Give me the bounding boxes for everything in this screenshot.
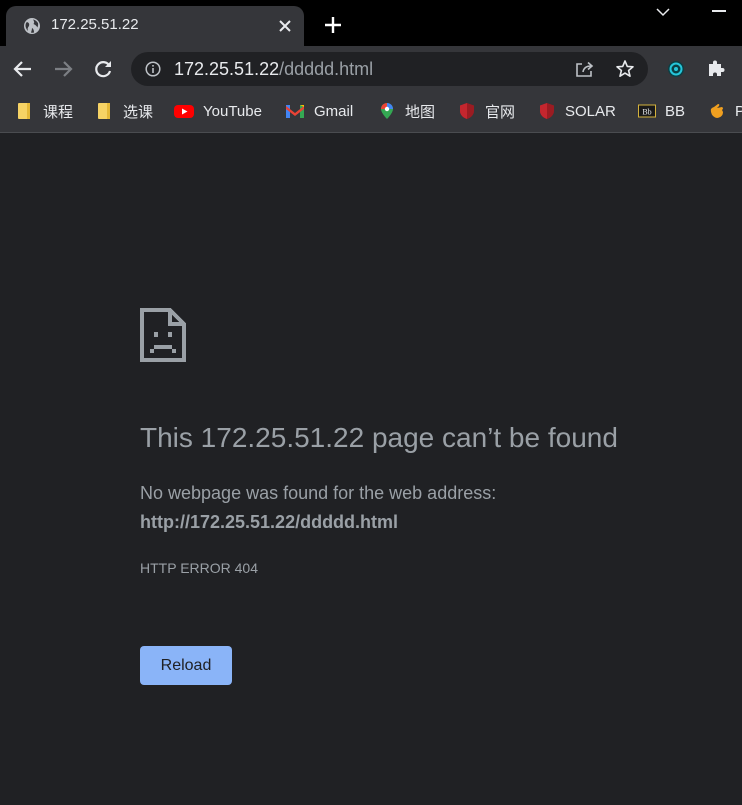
arrow-left-icon[interactable] — [12, 58, 34, 80]
error-url: http://172.25.51.22/ddddd.html — [140, 512, 399, 532]
globe-icon — [24, 18, 40, 34]
bookmark-label: YouTube — [203, 102, 262, 120]
bookmark-label: BB — [665, 102, 686, 120]
info-icon[interactable] — [145, 61, 161, 77]
toolbar: 172.25.51.22/ddddd.html — [0, 46, 742, 92]
error-code: HTTP ERROR 404 — [140, 560, 258, 576]
error-description: No webpage was found for the web address… — [140, 483, 497, 503]
bookmark-label: Gmail — [314, 102, 354, 120]
bookmark-label: 课程 — [43, 103, 74, 121]
shield-icon — [540, 103, 554, 119]
url-host: 172.25.51.22 — [174, 59, 280, 79]
close-icon[interactable] — [277, 18, 293, 34]
extension-icon[interactable] — [666, 59, 686, 79]
bookmarks-bar: 课程 选课 YouTube Gmail 地图 官网 SOLAR Bb BB — [0, 92, 742, 133]
bookmark-overflow[interactable]: P — [708, 100, 742, 122]
address-bar[interactable]: 172.25.51.22/ddddd.html — [131, 52, 648, 86]
bookmark-youtube[interactable]: YouTube — [174, 100, 262, 122]
folder-icon — [18, 103, 30, 119]
puzzle-icon[interactable] — [706, 58, 726, 78]
share-icon[interactable] — [575, 60, 595, 78]
bookmark-label: 选课 — [123, 103, 154, 121]
bookmark-maps[interactable]: 地图 — [378, 100, 435, 122]
tab-title: 172.25.51.22 — [51, 16, 139, 33]
svg-text:Bb: Bb — [642, 108, 651, 117]
url-text[interactable]: 172.25.51.22/ddddd.html — [174, 59, 373, 80]
reload-button[interactable]: Reload — [140, 646, 232, 685]
maps-icon — [381, 103, 393, 119]
bookmark-solar[interactable]: SOLAR — [538, 100, 616, 122]
blackboard-icon: Bb — [638, 104, 656, 118]
bookmark-official-site[interactable]: 官网 — [458, 100, 515, 122]
sad-file-icon — [140, 308, 186, 362]
active-tab[interactable]: 172.25.51.22 — [6, 6, 304, 46]
tab-strip: 172.25.51.22 — [0, 0, 742, 46]
bookmark-label: P — [735, 103, 742, 120]
youtube-icon — [174, 105, 194, 118]
bookmark-gmail[interactable]: Gmail — [285, 100, 353, 122]
bookmark-blackboard[interactable]: Bb BB — [638, 100, 685, 122]
hand-icon — [710, 104, 723, 118]
bookmark-label: SOLAR — [565, 102, 616, 120]
error-heading: This 172.25.51.22 page can’t be found — [140, 422, 618, 453]
minimize-icon[interactable] — [712, 10, 726, 12]
chevron-down-icon[interactable] — [655, 6, 671, 18]
bookmark-course-selection[interactable]: 选课 — [96, 100, 153, 122]
reload-icon[interactable] — [92, 58, 114, 80]
bookmark-label: 地图 — [405, 103, 436, 121]
shield-icon — [460, 103, 474, 119]
star-icon[interactable] — [615, 59, 635, 79]
plus-icon[interactable] — [323, 15, 343, 35]
url-path: /ddddd.html — [279, 59, 374, 79]
gmail-icon — [286, 105, 304, 118]
folder-icon — [98, 103, 110, 119]
arrow-right-icon[interactable] — [52, 58, 74, 80]
bookmark-label: 官网 — [485, 103, 516, 121]
bookmark-courses[interactable]: 课程 — [16, 100, 73, 122]
